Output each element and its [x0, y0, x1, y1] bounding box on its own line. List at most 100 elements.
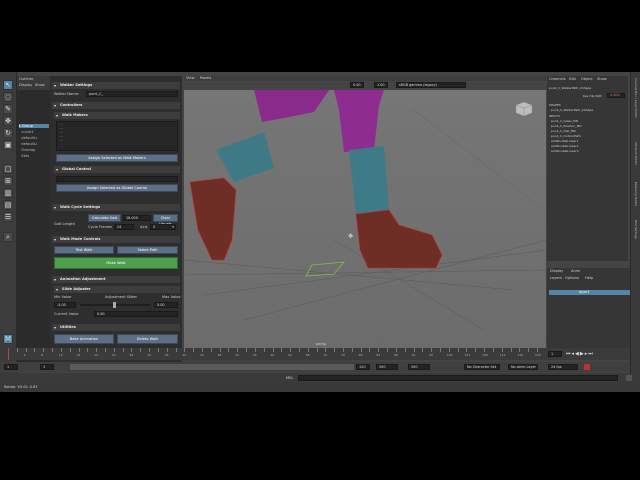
paint-tool-icon[interactable]: ✎ [3, 104, 13, 114]
layout-four-icon[interactable]: ⊞ [3, 176, 13, 186]
exposure-field[interactable]: 0.00 [350, 82, 364, 88]
current-value-field[interactable]: 0.00 [94, 311, 178, 317]
outliner-item[interactable]: Overlap [19, 148, 35, 152]
section-walk-mode-controls[interactable]: Walk Mode Controls [52, 236, 180, 243]
calculate-gait-button[interactable]: Calculate Gait [88, 214, 121, 222]
range-end2-field[interactable]: 200 [376, 364, 398, 370]
section-controllers[interactable]: Controllers [52, 102, 180, 109]
section-utilities[interactable]: Utilities [52, 324, 180, 331]
list-item[interactable]: .... [57, 138, 177, 142]
walker-name-field[interactable]: punk_C_ [86, 91, 178, 97]
lasso-tool-icon[interactable]: ◌ [3, 92, 13, 102]
range-end3-field[interactable]: 200 [408, 364, 430, 370]
viewport-menu-panels[interactable]: Panels [200, 76, 212, 80]
channelbox-menu-show[interactable]: Show [597, 77, 607, 81]
tab-modeling-toolkit[interactable]: Modeling Toolkit [634, 182, 638, 206]
tab-tool-settings[interactable]: Tool Settings [634, 220, 638, 239]
cmdline-lang[interactable]: MEL [286, 376, 293, 380]
channelbox-menu-object[interactable]: Object [581, 77, 593, 81]
channelbox-menu-channels[interactable]: Channels [549, 77, 566, 81]
input-node[interactable]: punk_C_Glass_MD [551, 119, 578, 123]
adjustment-slider-track[interactable] [80, 302, 150, 308]
outliner-item[interactable]: Sets [19, 154, 29, 158]
bake-animation-button[interactable]: Bake Animation [54, 334, 114, 344]
search-icon[interactable]: ⌕ [3, 232, 13, 242]
section-animation-adjustment[interactable]: Animation Adjustment [52, 276, 180, 283]
make-walk-button[interactable]: Make Walk [54, 257, 178, 269]
axis-select[interactable]: Z ▾ [150, 224, 176, 230]
outliner-item[interactable]: curve1 [19, 130, 33, 134]
current-frame-marker[interactable] [8, 348, 9, 360]
anim-layer-select[interactable]: No Anim Layer [508, 364, 538, 370]
layers-tab-anim[interactable]: Anim [571, 269, 580, 273]
range-start2-field[interactable]: 1 [40, 364, 54, 370]
script-icon[interactable]: M [3, 334, 13, 344]
clear-visuals-button[interactable]: Clear Visuals [153, 214, 178, 226]
range-end-field[interactable]: 120 [356, 364, 370, 370]
layers-tab-display[interactable]: Display [550, 269, 563, 273]
adjustment-slider-handle[interactable] [113, 302, 116, 308]
go-end-icon[interactable]: ⏭ [588, 351, 594, 357]
colorspace-select[interactable]: sRGB gamma (legacy) [396, 82, 466, 88]
select-tool-icon[interactable]: ↖ [3, 80, 13, 90]
delete-walk-button[interactable]: Delete Walk [117, 334, 178, 344]
layout-side-icon[interactable]: ▥ [3, 188, 13, 198]
layers-menu-help[interactable]: Help [585, 276, 593, 280]
time-slider[interactable]: 4 8 12 16 20 24 28 32 36 40 44 48 52 56 60 64 68 72 76 80 84… [0, 348, 630, 360]
assign-global-control-button[interactable]: Assign Selected as Global Control [56, 184, 178, 192]
gait-length-field[interactable]: 16.000 [123, 215, 151, 221]
range-start-field[interactable]: 1 [4, 364, 18, 370]
section-slide-adjuster[interactable]: Slide Adjuster [54, 286, 180, 293]
command-input[interactable] [298, 375, 618, 381]
move-tool-icon[interactable]: ✥ [3, 116, 13, 126]
rotate-tool-icon[interactable]: ↻ [3, 128, 13, 138]
section-walker-settings[interactable]: Walker Settings [52, 82, 180, 89]
range-bar[interactable] [70, 364, 354, 370]
outliner-item[interactable]: defaultLi [19, 136, 37, 140]
outliner-item[interactable]: defaultLi [19, 142, 37, 146]
tab-attribute-editor[interactable]: Attribute Editor [634, 142, 638, 165]
section-walk-makers[interactable]: Walk Makers [54, 112, 180, 119]
layers-menu-layers[interactable]: Layers [550, 276, 562, 280]
autokey-icon[interactable] [584, 364, 590, 370]
layout-single-icon[interactable]: □ [3, 164, 13, 174]
time-tick-label: 36 [164, 353, 169, 357]
layer-row[interactable]: layer1 [549, 290, 630, 295]
input-node[interactable]: punk_C_motionPath [551, 134, 581, 138]
channelbox-menu-edit[interactable]: Edit [569, 77, 576, 81]
channelbox-attr-value[interactable]: 0.000 [607, 93, 625, 98]
min-value-field[interactable]: -5.00 [54, 302, 76, 308]
gamma-field[interactable]: 1.00 [374, 82, 388, 88]
input-node[interactable]: punk_C_Dist_MD [551, 129, 576, 133]
fps-select[interactable]: 24 fps [548, 364, 578, 370]
global-control-field[interactable] [56, 176, 178, 182]
current-frame-field[interactable]: 1 [548, 351, 562, 357]
input-node[interactable]: addDoubleLinear1 [551, 139, 579, 143]
cycle-frames-field[interactable]: 24 [114, 224, 134, 230]
input-node[interactable]: addDoubleLinear3 [551, 149, 579, 153]
assign-walk-makers-button[interactable]: Assign Selected as Walk Makers [56, 154, 178, 162]
layout-stack-icon[interactable]: ▤ [3, 200, 13, 210]
input-node[interactable]: punk_C_Position_MD [551, 124, 582, 128]
playback-controls[interactable]: ⏮◂◀▶▸⏭ [566, 351, 626, 357]
input-node[interactable]: addDoubleLinear2 [551, 144, 579, 148]
viewport-menu-view[interactable]: View [186, 76, 195, 80]
viewport-canvas[interactable]: ✥ persp [184, 90, 546, 352]
section-global-control[interactable]: Global Control [54, 166, 180, 173]
outliner-item[interactable]: ▸ Group [19, 124, 49, 128]
walk-makers-list[interactable]: .... .... .... .... .... [56, 121, 178, 151]
test-walk-button[interactable]: Test Walk [54, 246, 114, 254]
outliner-menu-display[interactable]: Display [19, 83, 32, 87]
tab-channel-box[interactable]: Channel Box / Layer Editor [634, 78, 638, 118]
viewcube-icon[interactable] [512, 100, 534, 117]
layout-outliner-icon[interactable]: ☰ [3, 212, 13, 222]
outliner-menu-show[interactable]: Show [35, 83, 45, 87]
script-editor-icon[interactable] [626, 375, 632, 381]
max-value-field[interactable]: 5.00 [154, 302, 178, 308]
select-path-button[interactable]: Select Path [117, 246, 178, 254]
layers-menu-options[interactable]: Options [565, 276, 579, 280]
time-ruler[interactable]: 4 8 12 16 20 24 28 32 36 40 44 48 52 56 60 64 68 72 76 80 84… [8, 348, 543, 360]
scale-tool-icon[interactable]: ▣ [3, 140, 13, 150]
character-set-select[interactable]: No Character Set [464, 364, 500, 370]
section-walk-cycle-settings[interactable]: Walk Cycle Settings [52, 204, 180, 211]
